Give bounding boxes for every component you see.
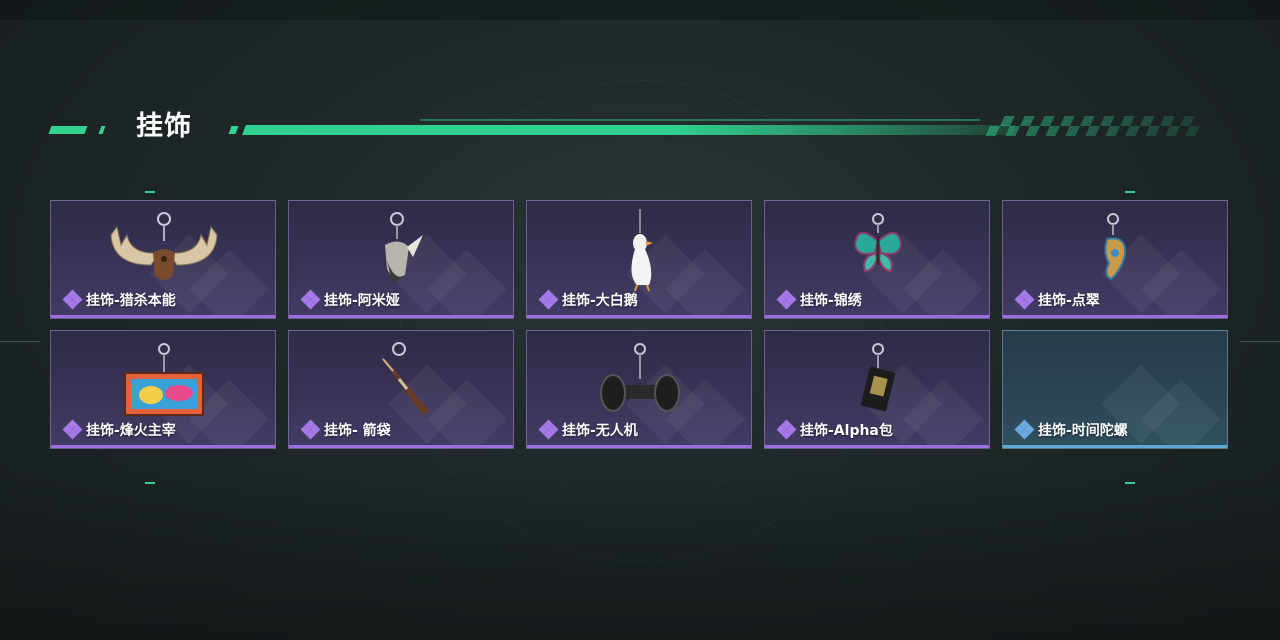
charm-label: 挂饰-烽火主宰 [62,419,176,440]
rarity-bar [765,315,989,318]
rarity-diamond-icon [776,419,797,440]
rarity-diamond-icon [62,419,83,440]
charm-card[interactable]: 挂饰-点翠 [1002,200,1228,319]
header-checker-pattern [985,116,1205,136]
charm-label: 挂饰-大白鹅 [538,289,638,310]
top-strip [0,0,1280,20]
header-accent-tick [98,126,106,134]
butterfly-charm-icon [853,213,903,273]
rarity-diamond-icon [538,289,559,310]
bird-charm-icon [385,212,423,285]
charm-grid: 挂饰-猎杀本能 挂饰-阿米娅 挂饰-大白鹅 挂饰-锦绣 挂饰-点翠 挂饰-烽火主… [50,200,1230,450]
section-title: 挂饰 [136,111,192,142]
rarity-bar [527,315,751,318]
section-header: 挂饰 [0,108,1280,148]
rarity-diamond-icon [1014,289,1035,310]
graffiti-container-charm-icon [124,343,204,416]
charm-label: 挂饰-时间陀螺 [1014,419,1128,440]
charm-card[interactable]: 挂饰- 箭袋 [288,330,514,449]
header-accent-tick [228,126,239,134]
charm-card[interactable]: 挂饰-大白鹅 [526,200,752,319]
rarity-bar [51,315,275,318]
side-guide-line [0,341,40,342]
charm-label: 挂饰-锦绣 [776,289,862,310]
rarity-bar [1003,445,1227,448]
charm-card[interactable]: 挂饰-猎杀本能 [50,200,276,319]
charm-card[interactable]: 挂饰-Alpha包 [764,330,990,449]
charm-card[interactable]: 挂饰-阿米娅 [288,200,514,319]
charm-label: 挂饰- 箭袋 [300,419,391,440]
rarity-bar [289,315,513,318]
quiver-charm-icon [381,342,429,415]
charm-label: 挂饰-点翠 [1014,289,1100,310]
rarity-bar [51,445,275,448]
header-accent-bar [48,126,88,134]
rarity-diamond-icon [62,289,83,310]
corner-tick [1125,191,1135,193]
header-progress-line [242,125,1016,135]
jade-ornament-charm-icon [1104,213,1127,281]
rarity-diamond-icon [300,289,321,310]
charm-card[interactable]: 挂饰-锦绣 [764,200,990,319]
corner-tick [145,482,155,484]
rarity-bar [289,445,513,448]
corner-tick [145,191,155,193]
charm-label: 挂饰-阿米娅 [300,289,400,310]
corner-tick [1125,482,1135,484]
moose-antler-charm-icon [110,212,218,280]
white-goose-charm-icon [631,209,653,292]
charm-label: 挂饰-猎杀本能 [62,289,176,310]
rarity-diamond-icon [776,289,797,310]
rarity-diamond-icon [300,419,321,440]
charm-card[interactable]: 挂饰-时间陀螺 [1002,330,1228,449]
rarity-bar [1003,315,1227,318]
header-thin-line [420,119,980,121]
rarity-diamond-icon [1014,419,1035,440]
rarity-bar [765,445,989,448]
side-guide-line [1240,341,1280,342]
rarity-diamond-icon [538,419,559,440]
charm-label: 挂饰-无人机 [538,419,638,440]
background-ground [0,470,1280,640]
drone-charm-icon [600,343,680,412]
rarity-bar [527,445,751,448]
alpha-pack-charm-icon [860,343,896,412]
charm-label: 挂饰-Alpha包 [776,419,893,440]
charm-card[interactable]: 挂饰-无人机 [526,330,752,449]
charm-card[interactable]: 挂饰-烽火主宰 [50,330,276,449]
